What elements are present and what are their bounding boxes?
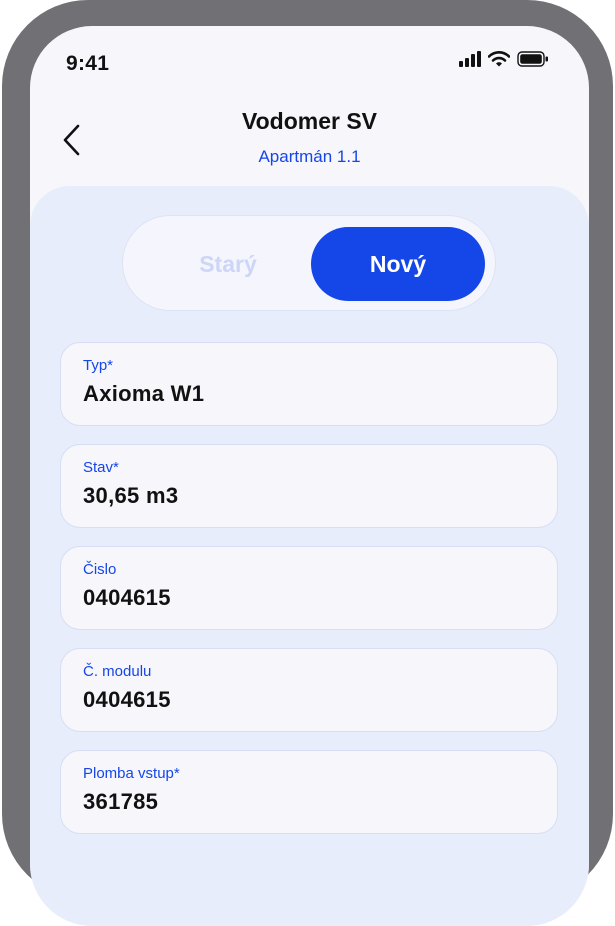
content-panel: Starý Nový Typ* Axioma W1 Stav* 30,65 m3… [30,186,589,926]
toggle-option-new[interactable]: Nový [311,227,485,301]
field-label: Plomba vstup* [83,765,180,782]
number-field[interactable]: Čislo 0404615 [60,546,558,630]
state-field[interactable]: Stav* 30,65 m3 [60,444,558,528]
field-value: 0404615 [83,687,171,712]
wifi-icon [488,51,510,67]
page-subtitle: Apartmán 1.1 [258,147,361,166]
battery-icon [517,51,548,67]
field-value: 361785 [83,789,159,814]
page-title: Vodomer SV [241,108,378,134]
status-icons [459,51,549,67]
phone-frame: 9:41 Vodomer SV Apartmán 1.1 Starý Nový … [2,0,613,926]
module-number-field[interactable]: Č. modulu 0404615 [60,648,558,732]
field-label: Čislo [83,561,117,578]
screen: 9:41 Vodomer SV Apartmán 1.1 Starý Nový … [30,26,589,926]
old-new-toggle: Starý Nový [122,215,496,311]
field-label: Stav* [83,459,119,476]
signal-icon [459,51,481,67]
field-value: Axioma W1 [83,381,205,406]
seal-input-field[interactable]: Plomba vstup* 361785 [60,750,558,834]
field-value: 30,65 m3 [83,483,179,508]
status-time: 9:41 [66,52,110,75]
field-value: 0404615 [83,585,171,610]
type-field[interactable]: Typ* Axioma W1 [60,342,558,426]
field-label: Typ* [83,357,114,374]
toggle-option-old[interactable]: Starý [153,227,303,301]
field-label: Č. modulu [83,663,152,680]
